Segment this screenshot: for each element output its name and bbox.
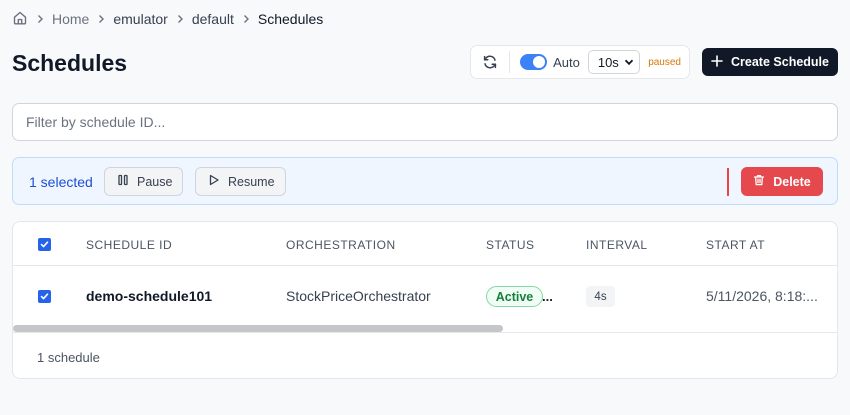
pause-icon: [117, 174, 129, 189]
resume-label: Resume: [228, 174, 275, 189]
auto-refresh-controls: Auto 10s paused: [470, 45, 690, 79]
toolbar-divider: [508, 51, 510, 73]
horizontal-scrollbar[interactable]: [13, 325, 503, 332]
table-row[interactable]: demo-schedule101 StockPriceOrchestrator …: [13, 266, 837, 326]
column-header-schedule-id[interactable]: SCHEDULE ID: [86, 238, 172, 252]
selected-count: 1 selected: [29, 174, 93, 190]
breadcrumb-home-link[interactable]: Home: [52, 11, 89, 27]
row-checkbox[interactable]: [38, 290, 51, 303]
pause-button[interactable]: Pause: [104, 167, 183, 196]
bulk-actions-bar: 1 selected Pause Resume Delete: [12, 157, 838, 205]
table-footer: 1 schedule: [13, 332, 837, 378]
schedule-id-cell[interactable]: demo-schedule101: [86, 288, 212, 304]
table-header: SCHEDULE ID ORCHESTRATION STATUS INTERVA…: [13, 222, 837, 266]
interval-badge: 4s: [586, 286, 615, 307]
refresh-interval-value: 10s: [597, 54, 619, 70]
breadcrumb: Home emulator default Schedules: [12, 10, 323, 28]
select-all-checkbox[interactable]: [38, 238, 51, 251]
breadcrumb-taskhub-link[interactable]: default: [192, 11, 234, 27]
delete-button[interactable]: Delete: [741, 167, 823, 196]
start-at-cell: 5/11/2026, 8:18:...: [706, 288, 818, 304]
trash-icon: [753, 174, 765, 189]
resume-button[interactable]: Resume: [195, 167, 286, 196]
breadcrumb-current: Schedules: [257, 11, 324, 27]
status-overflow-text: ...: [542, 289, 553, 304]
filter-placeholder: Filter by schedule ID...: [26, 114, 166, 130]
play-icon: [208, 174, 220, 189]
refresh-icon[interactable]: [479, 51, 501, 73]
breadcrumb-emulator-link[interactable]: emulator: [113, 11, 167, 27]
schedule-count: 1 schedule: [37, 350, 100, 365]
status-badge: Active: [486, 286, 543, 307]
auto-refresh-toggle[interactable]: [519, 54, 548, 70]
chevron-down-icon: [624, 55, 634, 70]
chevron-right-icon: [241, 14, 251, 24]
auto-refresh-label: Auto: [553, 54, 580, 70]
paused-indicator: paused: [648, 56, 681, 68]
schedule-filter-input[interactable]: Filter by schedule ID...: [12, 103, 838, 141]
home-icon[interactable]: [12, 10, 28, 29]
column-header-start-at[interactable]: START AT: [706, 238, 765, 252]
danger-divider: [727, 168, 729, 196]
column-header-orchestration[interactable]: ORCHESTRATION: [286, 238, 396, 252]
create-schedule-button[interactable]: Create Schedule: [702, 48, 838, 76]
column-header-interval[interactable]: INTERVAL: [586, 238, 648, 252]
plus-icon: [711, 54, 723, 70]
pause-label: Pause: [137, 174, 173, 189]
delete-label: Delete: [773, 174, 811, 189]
page-title: Schedules: [12, 50, 128, 76]
column-header-status[interactable]: STATUS: [486, 238, 535, 252]
orchestration-cell: StockPriceOrchestrator: [286, 288, 431, 304]
refresh-interval-select[interactable]: 10s: [587, 50, 641, 74]
chevron-right-icon: [35, 14, 45, 24]
chevron-right-icon: [96, 14, 106, 24]
schedules-table: SCHEDULE ID ORCHESTRATION STATUS INTERVA…: [12, 221, 838, 379]
chevron-right-icon: [175, 14, 185, 24]
create-schedule-label: Create Schedule: [731, 55, 829, 69]
